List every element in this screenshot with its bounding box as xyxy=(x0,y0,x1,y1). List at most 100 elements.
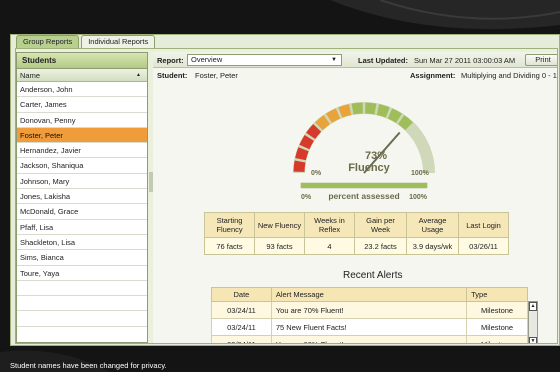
student-list-item[interactable]: Hernandez, Javier xyxy=(17,143,147,159)
gauge-segment xyxy=(365,102,377,115)
alert-row[interactable]: 03/24/11You are 60% Fluent!Milestone xyxy=(211,335,528,343)
scroll-down-arrow-icon[interactable]: ▼ xyxy=(529,337,537,343)
sort-ascending-icon: ▲ xyxy=(136,72,141,78)
print-button[interactable]: Print xyxy=(525,54,557,66)
gauge-segment xyxy=(293,160,306,172)
student-list-item[interactable]: Shackleton, Lisa xyxy=(17,235,147,251)
gauge-segment xyxy=(397,115,413,131)
report-select-value: Overview xyxy=(191,55,223,64)
recent-alerts-title: Recent Alerts xyxy=(343,270,403,281)
stats-header: Last Login xyxy=(458,212,509,238)
stats-value: 4 xyxy=(304,237,355,255)
students-title: Students xyxy=(17,53,147,69)
alert-message: You are 60% Fluent! xyxy=(270,335,468,343)
alert-row[interactable]: 03/24/11 You are 70% Fluent! Milestone xyxy=(211,301,528,319)
alert-date: 03/24/11 xyxy=(211,335,272,343)
report-toolbar: Report: Overview ▼ Last Updated: Sun Mar… xyxy=(153,52,557,68)
reflex-app-window: Group Reports Individual Reports Student… xyxy=(10,34,560,346)
privacy-caption: Student names have been changed for priv… xyxy=(10,361,167,370)
gauge-min-label: 0% xyxy=(311,170,322,177)
assessed-max-label: 100% xyxy=(409,194,428,201)
alert-date: 03/24/11 xyxy=(211,301,272,319)
gauge-segment xyxy=(315,115,331,131)
alert-type: Milestone xyxy=(466,318,528,336)
stats-value-row: 76 facts 93 facts 4 23.2 facts 3.9 days/… xyxy=(204,237,509,255)
fluency-gauge: 73% Fluency 0% 100% 0% percent assessed … xyxy=(293,102,435,201)
report-main: Report: Overview ▼ Last Updated: Sun Mar… xyxy=(153,52,557,343)
gauge-segment xyxy=(299,134,314,150)
assignment-value: Multiplying and Dividing 0 - 10 xyxy=(461,71,557,80)
student-list-item[interactable]: Toure, Yaya xyxy=(17,266,147,281)
alert-date: 03/24/11 xyxy=(211,318,272,336)
student-value: Foster, Peter xyxy=(195,71,238,80)
student-list-item[interactable]: Foster, Peter xyxy=(17,127,147,144)
alert-row[interactable]: 03/24/11 75 New Fluent Facts! Milestone xyxy=(211,318,528,336)
alert-type: Milestone xyxy=(466,301,528,319)
student-list-item[interactable]: Carter, James xyxy=(17,97,147,113)
chevron-down-icon: ▼ xyxy=(331,57,337,63)
gauge-segment xyxy=(406,124,422,140)
fluency-stats-table: Starting Fluency New Fluency Weeks in Re… xyxy=(204,212,509,255)
gauge-segment xyxy=(306,124,322,140)
stats-header: Starting Fluency xyxy=(204,212,255,238)
stats-header: Gain per Week xyxy=(354,212,407,238)
gauge-segment xyxy=(351,102,363,115)
student-list-item[interactable]: Pfaff, Lisa xyxy=(17,220,147,235)
stats-value: 23.2 facts xyxy=(354,237,407,255)
last-updated-value: Sun Mar 27 2011 03:00:03 AM xyxy=(414,56,516,65)
student-list: Anderson, John Carter, James Donovan, Penn… xyxy=(17,82,147,327)
last-updated-label: Last Updated: xyxy=(358,56,409,65)
student-list-item[interactable]: Johnson, Mary xyxy=(17,174,147,190)
assessed-label: percent assessed xyxy=(328,191,399,201)
stats-value: 3.9 days/wk xyxy=(406,237,459,255)
report-panel: Students Name ▲ Anderson, John Carter, Ja… xyxy=(15,48,558,344)
report-select[interactable]: Overview ▼ xyxy=(187,54,342,66)
student-list-empty-row xyxy=(17,296,147,312)
alert-message: 75 New Fluent Facts! xyxy=(270,318,468,336)
scroll-up-arrow-icon[interactable]: ▲ xyxy=(529,302,537,311)
gauge-segment xyxy=(387,108,403,123)
stats-header-row: Starting Fluency New Fluency Weeks in Re… xyxy=(204,212,509,238)
fluency-label: Fluency xyxy=(348,162,390,174)
assessed-bar-fill xyxy=(301,183,427,188)
gauge-segment xyxy=(325,108,341,123)
student-info-bar: Student: Foster, Peter Assignment: Multi… xyxy=(153,69,557,82)
fluency-percent: 73% xyxy=(365,150,387,162)
student-list-item[interactable]: Donovan, Penny xyxy=(17,113,147,128)
gauge-segment xyxy=(419,147,433,161)
alerts-header-date[interactable]: Date xyxy=(211,287,272,302)
tab-group-reports[interactable]: Group Reports xyxy=(16,35,80,48)
alerts-header-type[interactable]: Type xyxy=(466,287,528,302)
name-column-label: Name xyxy=(20,71,41,80)
gauge-segment xyxy=(338,104,352,118)
report-label: Report: xyxy=(157,56,184,65)
stats-header: Weeks in Reflex xyxy=(304,212,355,238)
stats-header: Average Usage xyxy=(406,212,459,238)
alerts-header-message[interactable]: Alert Message xyxy=(270,287,468,302)
students-panel: Students Name ▲ Anderson, John Carter, Ja… xyxy=(16,52,148,343)
alert-message: You are 70% Fluent! xyxy=(270,301,468,319)
recent-alerts-table: Date Alert Message Type 03/24/11 You are … xyxy=(211,287,528,343)
gauge-segment xyxy=(414,134,429,150)
stats-value: 93 facts xyxy=(254,237,305,255)
student-list-empty-row xyxy=(17,281,147,297)
student-list-item[interactable]: McDonald, Grace xyxy=(17,204,147,220)
stats-value: 03/26/11 xyxy=(458,237,509,255)
alerts-scrollbar[interactable]: ▲ ▼ xyxy=(528,301,538,343)
student-list-item[interactable]: Sims, Bianca xyxy=(17,250,147,266)
assessed-min-label: 0% xyxy=(301,194,312,201)
alerts-body: 03/24/11 You are 70% Fluent! Milestone 03/2… xyxy=(211,301,528,343)
stats-value: 76 facts xyxy=(204,237,255,255)
stats-header: New Fluency xyxy=(254,212,305,238)
gauge-max-label: 100% xyxy=(411,170,430,177)
assignment-label: Assignment: xyxy=(410,71,456,80)
alert-type: Milestone xyxy=(466,335,528,343)
student-list-empty-row xyxy=(17,311,147,327)
gauge-segment xyxy=(295,147,309,161)
tab-individual-reports[interactable]: Individual Reports xyxy=(81,35,156,48)
gauge-segment xyxy=(376,104,390,118)
student-list-item[interactable]: Jackson, Shaniqua xyxy=(17,158,147,174)
student-list-item[interactable]: Anderson, John xyxy=(17,82,147,98)
name-column-header[interactable]: Name ▲ xyxy=(17,69,147,82)
student-list-item[interactable]: Jones, Lakisha xyxy=(17,189,147,205)
